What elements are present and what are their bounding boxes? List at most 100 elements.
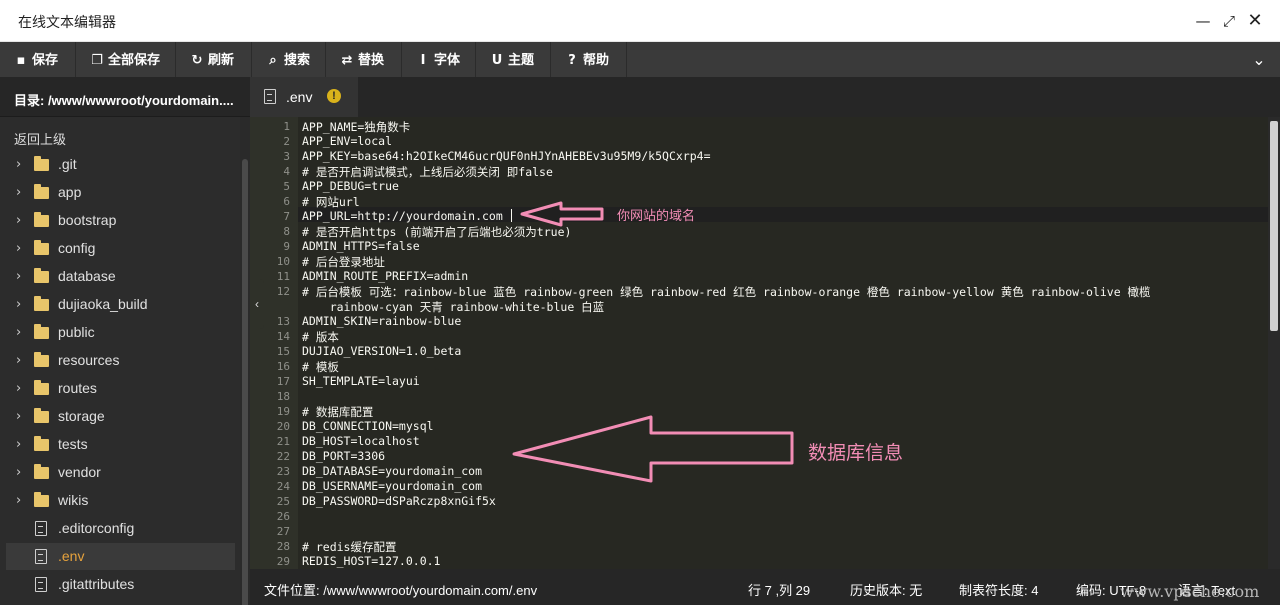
close-icon[interactable]: ✕ [1244,10,1266,32]
font-icon: I [420,53,426,68]
tree-item-bootstrap[interactable]: › bootstrap [6,207,235,234]
line-number: 24 [276,480,290,493]
directory-path: 目录: /www/wwwroot/yourdomain.... [14,93,234,108]
tab-env[interactable]: .env ! [250,77,358,117]
code-editor[interactable]: 1 2 3 4 5 6 7 8 9 10 11 12 13 14 15 16 17 18 19 20 21 22 23 24 2… [250,117,1268,569]
refresh-icon: ↻ [191,53,203,68]
maximize-icon[interactable]: ⤢ [1218,10,1240,32]
sidebar-scroll-thumb[interactable] [242,159,248,605]
file-icon [264,89,276,104]
tree-item-vendor[interactable]: › vendor [6,459,235,486]
tree-item-tests[interactable]: › tests [6,431,235,458]
code-line: DB_HOST=localhost [302,434,420,448]
search-label: 搜索 [284,52,311,67]
sidebar-collapse-toggle[interactable]: ‹ [250,279,264,329]
minimize-icon[interactable]: — [1192,10,1214,32]
editor-scroll-thumb[interactable] [1270,121,1278,331]
editor-scrollbar[interactable] [1268,117,1280,569]
save-all-icon: ❐ [91,53,103,68]
tree-item-label: storage [58,408,105,424]
line-number: 18 [276,390,290,403]
chevron-right-icon: › [16,213,22,228]
file-icon [35,577,47,592]
search-button[interactable]: ⌕ 搜索 [252,42,326,77]
tree-item-label: vendor [58,464,101,480]
chevron-right-icon: › [16,269,22,284]
code-line: DB_CONNECTION=mysql [302,419,434,433]
folder-icon [34,464,49,479]
line-number: 28 [276,540,290,553]
tree-item-app[interactable]: › app [6,179,235,206]
line-number: 2 [283,135,290,148]
sidebar-scrollbar[interactable] [240,117,250,605]
line-number: 26 [276,510,290,523]
code-line: APP_KEY=base64:h2OIkeCM46ucrQUF0nHJYnAHE… [302,149,711,163]
tree-item-label: tests [58,436,88,452]
save-button[interactable]: ▪ 保存 [0,42,76,77]
search-icon: ⌕ [269,53,277,68]
file-icon [35,521,47,536]
tree-item-dujiaoka-build[interactable]: › dujiaoka_build [6,291,235,318]
code-line: SH_TEMPLATE=layui [302,374,420,388]
go-up-link[interactable]: 返回上级 [14,129,66,148]
code-line: DB_PORT=3306 [302,449,386,463]
replace-button[interactable]: ⇄ 替换 [326,42,402,77]
tree-item-label: .gitattributes [58,576,135,592]
directory-header: 目录: /www/wwwroot/yourdomain.... [0,77,250,117]
tree-item-label: bootstrap [58,212,117,228]
tree-item-wikis[interactable]: › wikis [6,487,235,514]
line-number: 7 [283,210,290,223]
line-number: 27 [276,525,290,538]
editor-toolbar: ▪ 保存 ❐ 全部保存 ↻ 刷新 ⌕ 搜索 ⇄ 替换 I 字体 U 主题 ? 帮助 ⌄ [0,42,1280,77]
tree-item-env[interactable]: .env [6,543,235,570]
code-line: ADMIN_HTTPS=false [302,239,420,253]
code-line: REDIS_HOST=127.0.0.1 [302,554,441,568]
theme-icon: U [491,53,503,68]
window-title: 在线文本编辑器 [18,14,116,30]
folder-icon [34,492,49,507]
chevron-right-icon: › [16,381,22,396]
chevron-right-icon: › [16,437,22,452]
tree-item-label: .git [58,156,77,172]
code-line: APP_DEBUG=true [302,179,399,193]
line-number: 5 [283,180,290,193]
chevron-right-icon: › [16,325,22,340]
line-number: 4 [283,165,290,178]
chevron-right-icon: › [16,157,22,172]
help-button[interactable]: ? 帮助 [551,42,627,77]
tree-item-git[interactable]: › .git [6,151,235,178]
editor-tabbar: .env ! [250,77,1280,117]
line-number: 8 [283,225,290,238]
code-line: rainbow-cyan 天青 rainbow-white-blue 白蓝 [302,300,605,314]
code-lines: APP_NAME=独角数卡 APP_ENV=local APP_KEY=base64… [298,117,1268,569]
refresh-button[interactable]: ↻ 刷新 [176,42,252,77]
save-icon: ▪ [16,53,26,68]
code-line: ADMIN_ROUTE_PREFIX=admin [302,269,469,283]
folder-icon [34,436,49,451]
line-number: 17 [276,375,290,388]
line-number: 21 [276,435,290,448]
tree-item-editorconfig[interactable]: .editorconfig [6,515,235,542]
line-number: 10 [276,255,290,268]
chevron-down-icon[interactable]: ⌄ [1238,42,1280,77]
line-number: 25 [276,495,290,508]
theme-button[interactable]: U 主题 [476,42,551,77]
save-all-button[interactable]: ❐ 全部保存 [76,42,176,77]
status-tab-size[interactable]: 制表符长度: 4 [959,580,1038,599]
tree-item-storage[interactable]: › storage [6,403,235,430]
font-button[interactable]: I 字体 [402,42,476,77]
code-line: # 后台模板 可选：rainbow-blue 蓝色 rainbow-green … [302,285,1151,299]
line-number: 3 [283,150,290,163]
tree-item-resources[interactable]: › resources [6,347,235,374]
tree-item-config[interactable]: › config [6,235,235,262]
refresh-label: 刷新 [208,52,235,67]
status-history[interactable]: 历史版本: 无 [850,580,922,599]
tree-item-gitattributes[interactable]: .gitattributes [6,571,235,598]
replace-label: 替换 [358,52,385,67]
tree-item-routes[interactable]: › routes [6,375,235,402]
folder-icon [34,184,49,199]
tree-item-public[interactable]: › public [6,319,235,346]
tree-item-label: database [58,268,116,284]
tree-item-database[interactable]: › database [6,263,235,290]
code-line: APP_URL=http://yourdomain.com [302,209,503,223]
